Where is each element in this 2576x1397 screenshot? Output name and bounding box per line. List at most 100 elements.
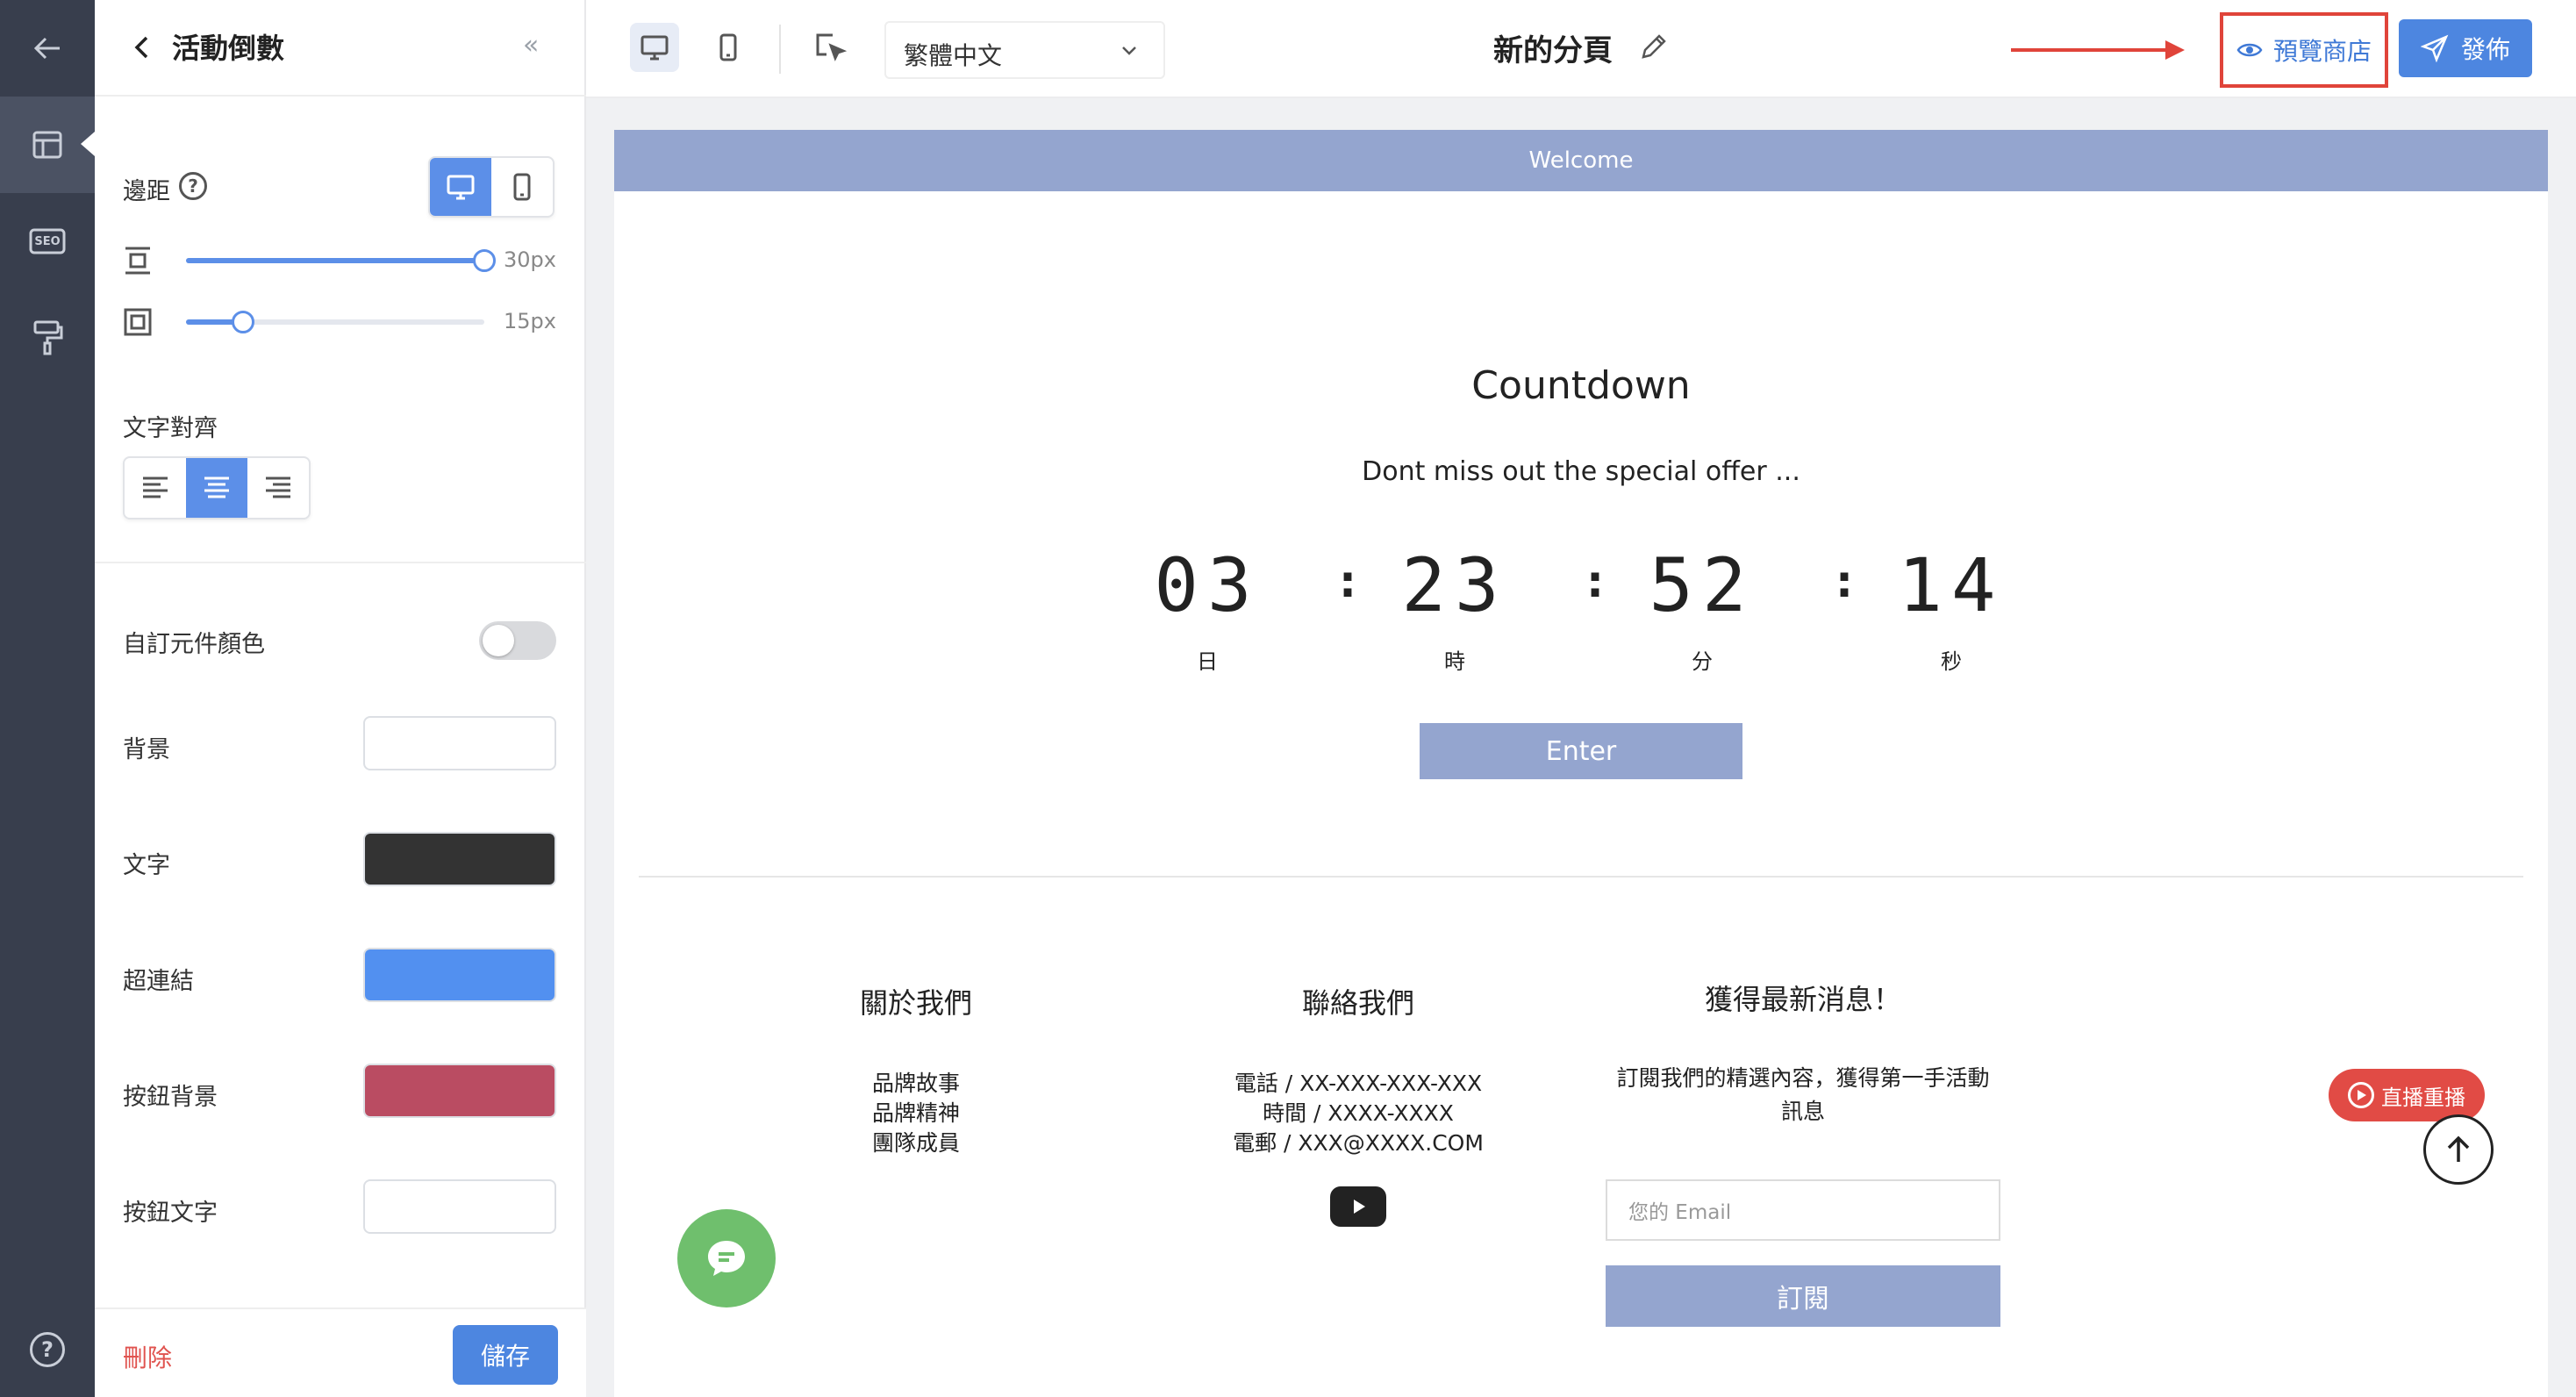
publish-label: 發佈: [2460, 35, 2510, 64]
save-button[interactable]: 儲存: [453, 1325, 558, 1385]
countdown-days: 03: [1154, 542, 1261, 628]
align-left-icon: [143, 476, 168, 498]
color-swatch-text[interactable]: [363, 832, 556, 886]
settings-panel: 活動倒數 « 邊距 ? 30px 15px 文字對齊 自訂元件顏色 背景 文字 …: [95, 0, 586, 1397]
countdown-seconds: 14: [1898, 542, 2005, 628]
slider-thumb[interactable]: [231, 311, 254, 333]
back-arrow-icon: [33, 37, 60, 60]
align-right-icon: [266, 476, 290, 498]
footer-about-link[interactable]: 團隊成員: [828, 1128, 1004, 1158]
countdown-title: Countdown: [1471, 363, 1691, 408]
vertical-padding-icon: [125, 247, 150, 275]
desktop-icon: [640, 35, 669, 61]
chevron-down-icon: [1122, 47, 1136, 55]
countdown-hours-label: 時: [1444, 649, 1465, 674]
countdown-hours: 23: [1401, 542, 1508, 628]
color-label-button-bg: 按鈕背景: [123, 1084, 218, 1111]
select-element-button[interactable]: [805, 23, 855, 72]
arrow-up-icon: [2447, 1136, 2470, 1162]
color-label-text: 文字: [123, 852, 170, 879]
paint-roller-icon: [33, 320, 63, 355]
language-select[interactable]: 繁體中文: [884, 21, 1165, 79]
custom-color-toggle[interactable]: [479, 621, 556, 660]
seo-tab[interactable]: SEO: [0, 193, 95, 290]
vertical-padding-slider[interactable]: [186, 249, 496, 272]
vertical-padding-value: 30px: [504, 247, 556, 272]
custom-color-label: 自訂元件顏色: [123, 631, 265, 658]
footer-about-title: 關於我們: [859, 986, 972, 1020]
scroll-to-top-button[interactable]: [2423, 1114, 2494, 1185]
slider-thumb[interactable]: [473, 249, 496, 272]
countdown-minutes-label: 分: [1692, 649, 1713, 674]
page-preview: Welcome Countdown Dont miss out the spec…: [614, 130, 2548, 1397]
desktop-option[interactable]: [430, 158, 491, 216]
color-swatch-background[interactable]: [363, 716, 556, 770]
live-replay-button[interactable]: 直播重播: [2329, 1069, 2485, 1121]
align-left-button[interactable]: [125, 458, 186, 518]
footer-contact-line: 電話 / XX-XXX-XXX-XXX: [1234, 1071, 1483, 1096]
color-label-link: 超連結: [123, 968, 194, 995]
top-toolbar: 繁體中文 新的分頁 預覽商店 發佈: [586, 0, 2576, 98]
panel-title: 活動倒數: [172, 32, 285, 65]
color-swatch-link[interactable]: [363, 948, 556, 1002]
countdown-days-label: 日: [1197, 649, 1218, 674]
enter-button[interactable]: Enter: [1420, 723, 1742, 779]
panel-divider: [95, 562, 586, 563]
footer-contact-line: 時間 / XXXX-XXXX: [1263, 1100, 1454, 1126]
layout-tab[interactable]: [0, 97, 95, 193]
mobile-option[interactable]: [491, 158, 553, 216]
nav-rail: SEO ?: [0, 0, 95, 1397]
toggle-knob: [483, 625, 514, 656]
panel-footer: 刪除 儲存: [95, 1307, 586, 1397]
inner-padding-value: 15px: [504, 309, 556, 333]
mobile-icon: [719, 33, 737, 61]
footer-about-link[interactable]: 品牌故事: [828, 1069, 1004, 1099]
collapse-panel-icon[interactable]: «: [523, 30, 539, 61]
language-value: 繁體中文: [904, 41, 1003, 70]
question-icon[interactable]: ?: [179, 172, 207, 200]
welcome-banner[interactable]: Welcome: [614, 130, 2548, 191]
footer-news-text: 訊息: [1780, 1099, 1825, 1124]
align-right-button[interactable]: [247, 458, 309, 518]
color-swatch-button-text[interactable]: [363, 1179, 556, 1234]
paper-plane-icon: [2420, 34, 2449, 62]
countdown-seconds-label: 秒: [1941, 649, 1962, 674]
pencil-icon[interactable]: [1637, 32, 1669, 63]
color-label-background: 背景: [123, 736, 170, 763]
panel-header: 活動倒數 «: [95, 0, 586, 97]
eye-icon: [2236, 43, 2263, 57]
theme-tab[interactable]: [0, 290, 95, 386]
chevron-left-icon[interactable]: [126, 32, 158, 63]
play-circle-icon: [2348, 1082, 2374, 1108]
spacing-label: 邊距: [123, 178, 170, 205]
inner-padding-slider[interactable]: [186, 311, 484, 333]
subscribe-button[interactable]: 訂閱: [1606, 1265, 2000, 1327]
preview-store-button[interactable]: 預覽商店: [2220, 12, 2388, 88]
color-swatch-button-bg[interactable]: [363, 1064, 556, 1118]
live-replay-label: 直播重播: [2381, 1085, 2465, 1110]
preview-label: 預覽商店: [2272, 37, 2372, 66]
youtube-icon[interactable]: [1330, 1186, 1386, 1227]
mobile-preview-button[interactable]: [704, 23, 753, 72]
desktop-icon: [447, 175, 475, 200]
align-center-icon: [204, 476, 229, 498]
footer-news-title: 獲得最新消息！: [1704, 983, 1901, 1016]
help-icon[interactable]: ?: [30, 1332, 65, 1367]
publish-button[interactable]: 發佈: [2399, 19, 2532, 77]
chat-button[interactable]: [677, 1209, 776, 1307]
text-align-label: 文字對齊: [123, 415, 218, 442]
footer-contact-title: 聯絡我們: [1301, 986, 1414, 1020]
cursor-select-icon: [816, 33, 847, 61]
align-center-button[interactable]: [186, 458, 247, 518]
mobile-icon: [513, 173, 531, 201]
inner-padding-icon: [124, 308, 152, 336]
delete-button[interactable]: 刪除: [123, 1339, 172, 1374]
text-align-group: [123, 456, 311, 519]
footer-about-link[interactable]: 品牌精神: [828, 1099, 1004, 1128]
color-label-button-text: 按鈕文字: [123, 1200, 218, 1227]
seo-label: SEO: [34, 234, 61, 248]
email-input[interactable]: 您的 Email: [1606, 1179, 2000, 1241]
desktop-preview-button[interactable]: [630, 23, 679, 72]
back-button[interactable]: [0, 0, 95, 97]
toolbar-separator: [779, 25, 781, 74]
